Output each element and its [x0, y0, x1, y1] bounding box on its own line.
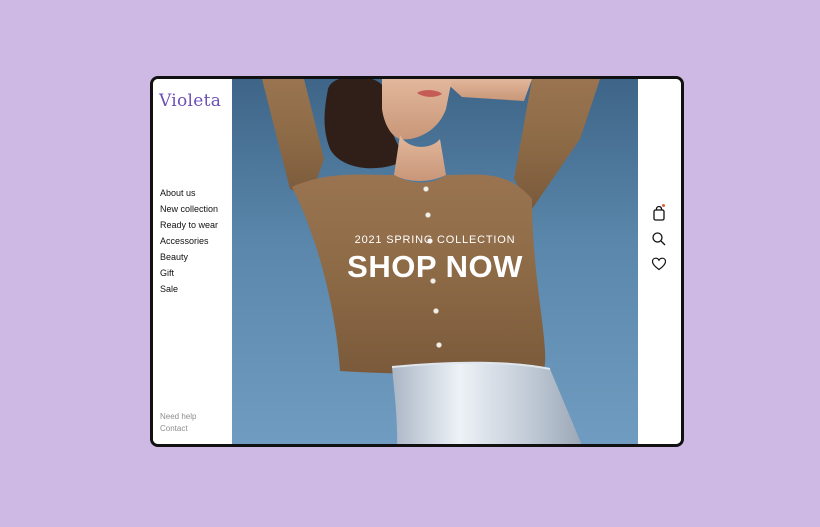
nav-item-gift[interactable]: Gift	[160, 265, 218, 281]
sidebar: Violeta About us New collection Ready to…	[153, 79, 232, 444]
hero-banner: 2021 SPRING COLLECTION SHOP NOW	[232, 79, 638, 444]
cart-badge-dot	[662, 204, 665, 207]
shop-now-button[interactable]: SHOP NOW	[232, 249, 638, 285]
utility-bar	[638, 79, 681, 444]
nav-item-about-us[interactable]: About us	[160, 185, 218, 201]
need-help-link[interactable]: Need help	[160, 411, 196, 423]
brand-logo[interactable]: Violeta	[159, 91, 221, 111]
main-navigation: About us New collection Ready to wear Ac…	[160, 185, 218, 297]
nav-item-beauty[interactable]: Beauty	[160, 249, 218, 265]
help-links: Need help Contact	[160, 411, 196, 435]
nav-item-ready-to-wear[interactable]: Ready to wear	[160, 217, 218, 233]
nav-item-new-collection[interactable]: New collection	[160, 201, 218, 217]
collection-subtitle: 2021 SPRING COLLECTION	[354, 234, 516, 246]
contact-link[interactable]: Contact	[160, 423, 196, 435]
heart-icon[interactable]	[651, 256, 667, 272]
browser-frame: Violeta About us New collection Ready to…	[150, 76, 684, 447]
search-icon[interactable]	[651, 231, 667, 247]
nav-item-accessories[interactable]: Accessories	[160, 233, 218, 249]
shopping-bag-icon[interactable]	[651, 204, 667, 221]
nav-item-sale[interactable]: Sale	[160, 281, 218, 297]
